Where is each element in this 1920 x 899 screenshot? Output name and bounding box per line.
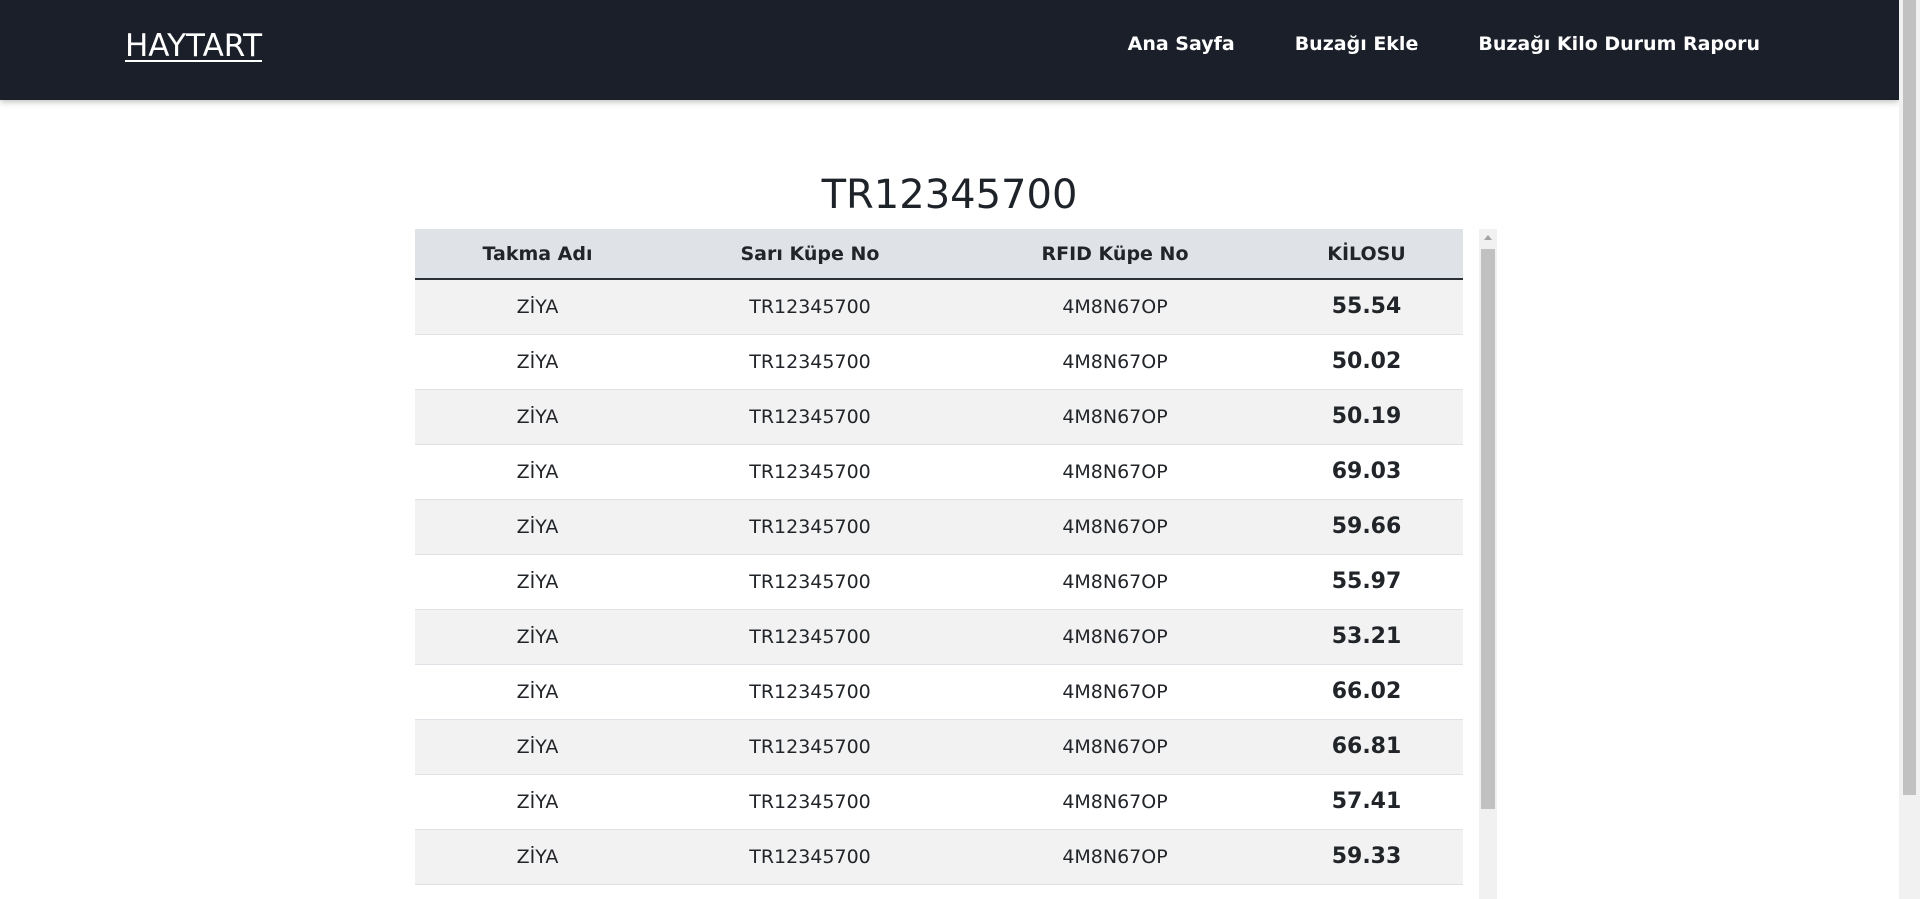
- table-scroll-area[interactable]: Takma Adı Sarı Küpe No RFID Küpe No KİLO…: [415, 229, 1463, 899]
- table-row: ZİYA TR12345700 4M8N67OP 50.02: [415, 334, 1463, 389]
- page: HAYTART Ana Sayfa Buzağı Ekle Buzağı Kil…: [0, 0, 1899, 899]
- cell-takma-adi: ZİYA: [516, 735, 559, 758]
- cell-sari-kupe-no: TR12345700: [749, 735, 871, 758]
- cell-sari-kupe-no: TR12345700: [749, 790, 871, 813]
- cell-kilosu: 61.07: [1270, 884, 1463, 899]
- cell-takma-adi: ZİYA: [516, 350, 559, 373]
- column-header-kilosu: KİLOSU: [1270, 229, 1463, 280]
- cell-kilosu: 59.33: [1331, 844, 1402, 869]
- cell-takma-adi: ZİYA: [516, 790, 559, 813]
- cell-sari-kupe-no: TR12345700: [749, 350, 871, 373]
- nav-link-ana-sayfa[interactable]: Ana Sayfa: [1128, 33, 1235, 55]
- table-scrollbar-thumb[interactable]: [1481, 249, 1495, 809]
- cell-takma-adi: ZİYA: [516, 405, 559, 428]
- table-scrollbar[interactable]: [1479, 229, 1497, 899]
- cell-rfid-kupe-no: 4M8N67OP: [960, 884, 1270, 899]
- table-row: ZİYA TR12345700 4M8N67OP 69.03: [415, 444, 1463, 499]
- weight-table-container: Takma Adı Sarı Küpe No RFID Küpe No KİLO…: [415, 229, 1497, 899]
- column-header-rfid-kupe-no: RFID Küpe No: [960, 229, 1270, 280]
- cell-takma-adi: ZİYA: [516, 845, 559, 868]
- header-row: Takma Adı Sarı Küpe No RFID Küpe No KİLO…: [415, 229, 1463, 280]
- column-header-takma-adi: Takma Adı: [415, 229, 660, 280]
- cell-kilosu: 50.19: [1331, 404, 1402, 429]
- table-row: ZİYA TR12345700 4M8N67OP 66.02: [415, 664, 1463, 719]
- cell-rfid-kupe-no: 4M8N67OP: [1062, 570, 1168, 593]
- cell-takma-adi: ZİYA: [516, 295, 559, 318]
- cell-takma-adi: ZİYA: [516, 460, 559, 483]
- cell-kilosu: 66.02: [1331, 679, 1402, 704]
- page-scrollbar[interactable]: [1899, 0, 1920, 899]
- cell-sari-kupe-no: TR12345700: [749, 570, 871, 593]
- column-header-sari-kupe-no: Sarı Küpe No: [660, 229, 960, 280]
- table-row: ZİYA TR12345700 4M8N67OP 55.97: [415, 554, 1463, 609]
- table-row: ZİYA TR12345700 4M8N67OP 55.54: [415, 279, 1463, 334]
- cell-rfid-kupe-no: 4M8N67OP: [1062, 405, 1168, 428]
- cell-takma-adi: ZİYA: [415, 884, 660, 899]
- cell-sari-kupe-no: TR12345700: [749, 405, 871, 428]
- table-row: ZİYA TR12345700 4M8N67OP 59.33: [415, 829, 1463, 884]
- cell-kilosu: 50.02: [1331, 349, 1402, 374]
- cell-kilosu: 55.97: [1331, 569, 1402, 594]
- nav-links: Ana Sayfa Buzağı Ekle Buzağı Kilo Durum …: [1128, 33, 1760, 55]
- table-header: Takma Adı Sarı Küpe No RFID Küpe No KİLO…: [415, 229, 1463, 280]
- table-row: ZİYA TR12345700 4M8N67OP 66.81: [415, 719, 1463, 774]
- cell-rfid-kupe-no: 4M8N67OP: [1062, 350, 1168, 373]
- browser-viewport: HAYTART Ana Sayfa Buzağı Ekle Buzağı Kil…: [0, 0, 1920, 899]
- cell-rfid-kupe-no: 4M8N67OP: [1062, 790, 1168, 813]
- cell-sari-kupe-no: TR12345700: [749, 295, 871, 318]
- cell-kilosu: 69.03: [1331, 459, 1402, 484]
- cell-kilosu: 53.21: [1331, 624, 1402, 649]
- cell-rfid-kupe-no: 4M8N67OP: [1062, 460, 1168, 483]
- cell-takma-adi: ZİYA: [516, 515, 559, 538]
- scroll-up-arrow-icon[interactable]: [1484, 235, 1492, 240]
- top-navbar: HAYTART Ana Sayfa Buzağı Ekle Buzağı Kil…: [0, 0, 1899, 100]
- cell-sari-kupe-no: TR12345700: [749, 460, 871, 483]
- nav-link-buzagi-kilo-raporu[interactable]: Buzağı Kilo Durum Raporu: [1478, 33, 1760, 55]
- brand-logo-link[interactable]: HAYTART: [125, 28, 262, 64]
- table-row: ZİYA TR12345700 4M8N67OP 50.19: [415, 389, 1463, 444]
- cell-rfid-kupe-no: 4M8N67OP: [1062, 625, 1168, 648]
- cell-kilosu: 59.66: [1331, 514, 1402, 539]
- table-row: ZİYA TR12345700 4M8N67OP 57.41: [415, 774, 1463, 829]
- table-row: ZİYA TR12345700 4M8N67OP 53.21: [415, 609, 1463, 664]
- weight-table: Takma Adı Sarı Küpe No RFID Küpe No KİLO…: [415, 229, 1463, 899]
- cell-takma-adi: ZİYA: [516, 625, 559, 648]
- cell-rfid-kupe-no: 4M8N67OP: [1062, 845, 1168, 868]
- table-row: ZİYA TR12345700 4M8N67OP 59.66: [415, 499, 1463, 554]
- cell-kilosu: 66.81: [1331, 734, 1402, 759]
- cell-sari-kupe-no: TR12345700: [660, 884, 960, 899]
- cell-takma-adi: ZİYA: [516, 570, 559, 593]
- nav-link-buzagi-ekle[interactable]: Buzağı Ekle: [1295, 33, 1419, 55]
- cell-kilosu: 55.54: [1331, 294, 1402, 320]
- cell-rfid-kupe-no: 4M8N67OP: [1062, 295, 1168, 318]
- cell-rfid-kupe-no: 4M8N67OP: [1062, 680, 1168, 703]
- page-title: TR12345700: [821, 172, 1078, 218]
- cell-sari-kupe-no: TR12345700: [749, 845, 871, 868]
- cell-sari-kupe-no: TR12345700: [749, 680, 871, 703]
- table-row: ZİYATR123457004M8N67OP61.07: [415, 884, 1463, 899]
- cell-sari-kupe-no: TR12345700: [749, 515, 871, 538]
- cell-kilosu: 57.41: [1331, 789, 1402, 814]
- table-body: ZİYA TR12345700 4M8N67OP 55.54 ZİYA TR1234570…: [415, 279, 1463, 899]
- cell-sari-kupe-no: TR12345700: [749, 625, 871, 648]
- page-scrollbar-thumb[interactable]: [1903, 0, 1916, 795]
- cell-rfid-kupe-no: 4M8N67OP: [1062, 515, 1168, 538]
- cell-rfid-kupe-no: 4M8N67OP: [1062, 735, 1168, 758]
- cell-takma-adi: ZİYA: [516, 680, 559, 703]
